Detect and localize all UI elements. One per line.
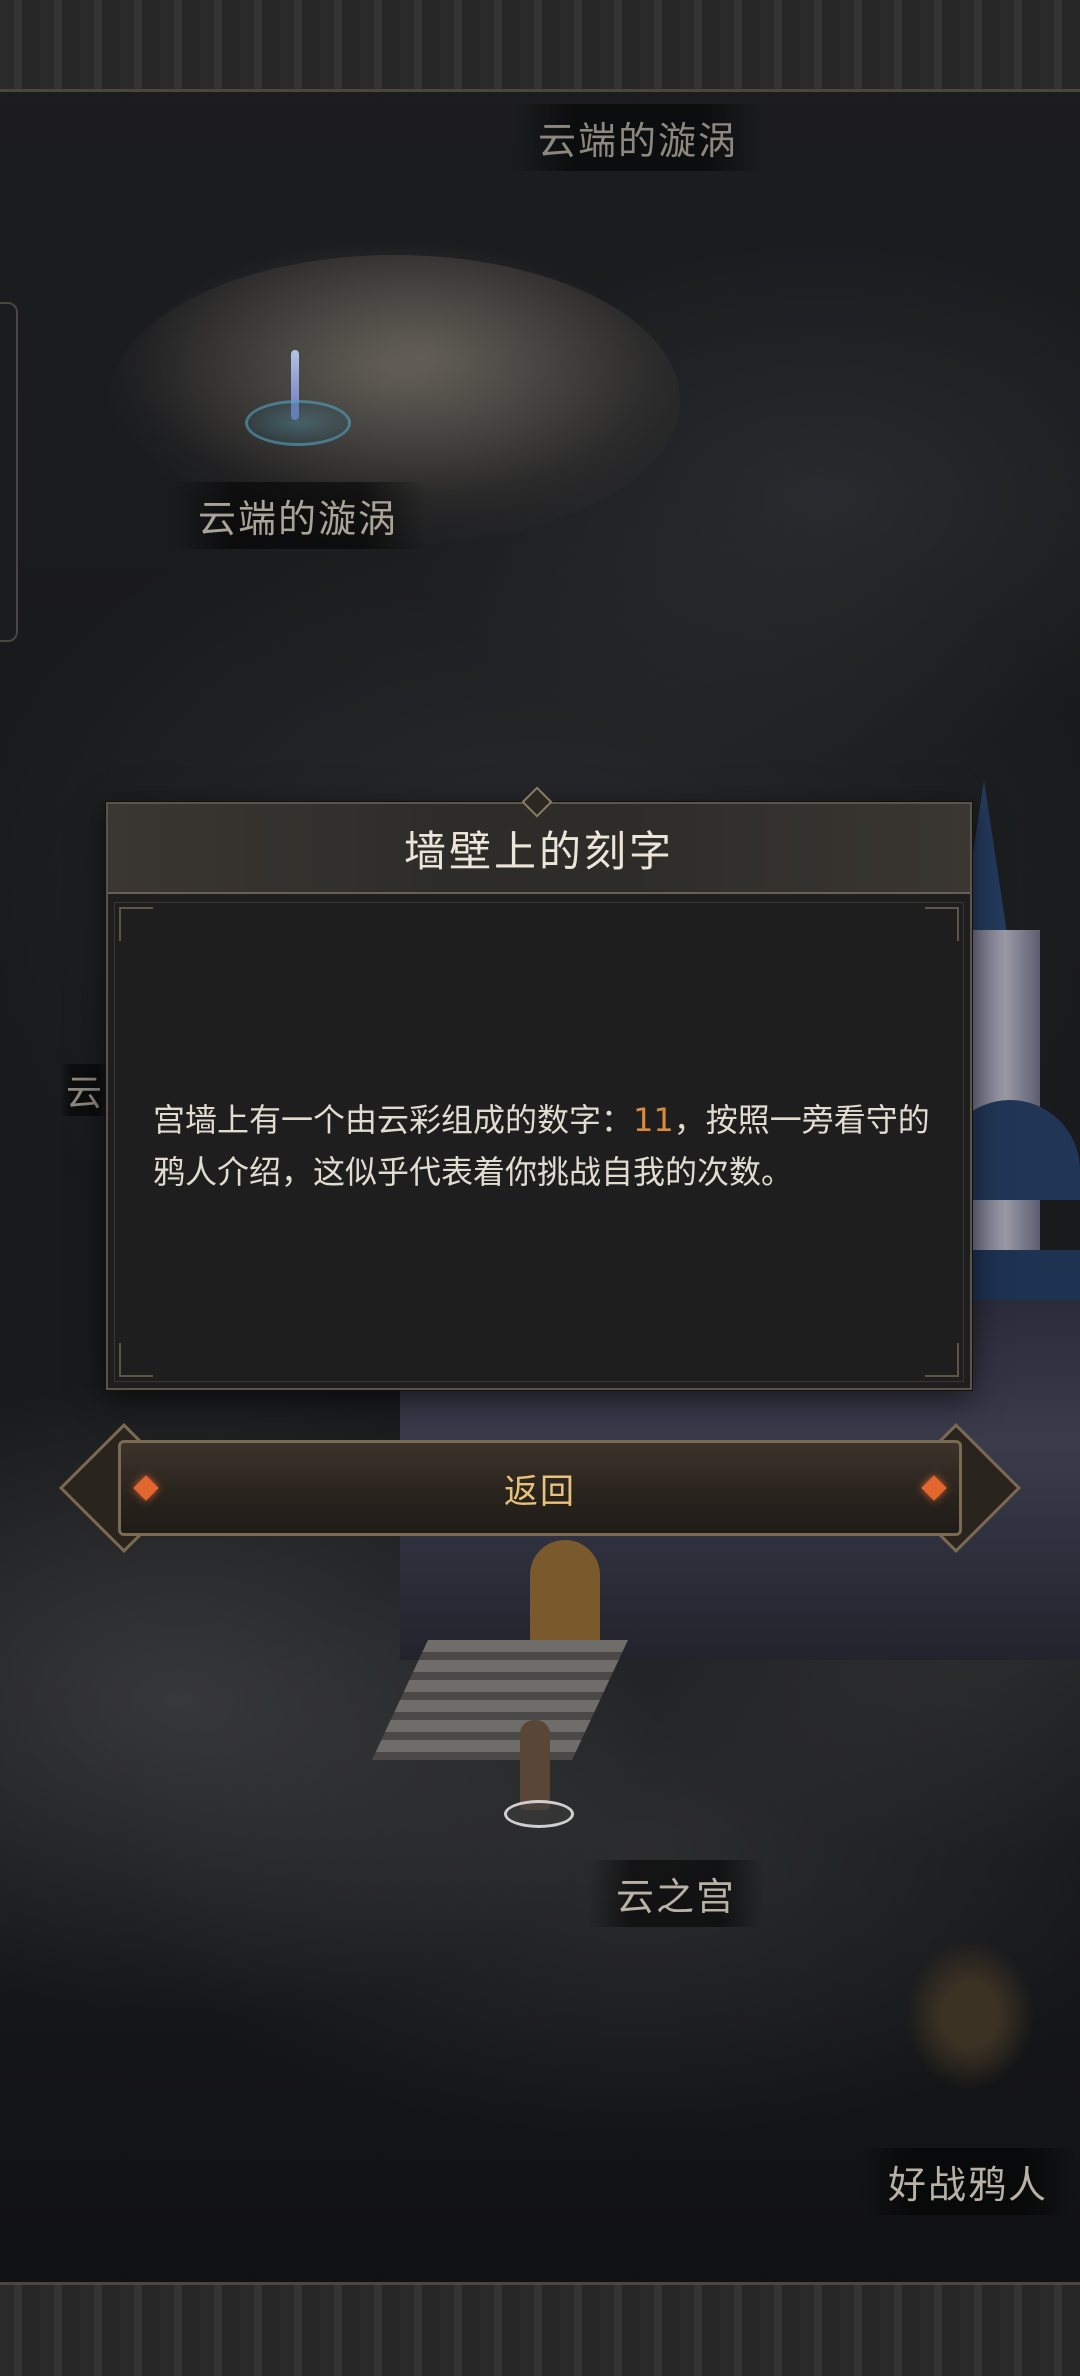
challenge-count: 11 [633,1101,674,1139]
guard-marker-ring[interactable] [504,1800,574,1828]
side-panel-tab[interactable] [0,302,18,642]
harpy-figure[interactable] [905,1940,1035,2090]
bottom-ornate-frame [0,2282,1080,2376]
dialog-header: 墙壁上的刻字 [108,804,970,894]
return-button[interactable]: 返回 [118,1440,962,1536]
vortex-portal-icon[interactable] [245,400,351,446]
dialog-title: 墙壁上的刻字 [403,826,674,876]
message-part-1: 宫墙上有一个由云彩组成的数字： [153,1101,634,1139]
location-label-vortex-top: 云端的漩涡 [510,104,767,171]
inscription-dialog: 墙壁上的刻字 宫墙上有一个由云彩组成的数字：11，按照一旁看守的鸦人介绍，这似乎… [106,802,972,1390]
dialog-message: 宫墙上有一个由云彩组成的数字：11，按照一旁看守的鸦人介绍，这似乎代表着你挑战自… [153,1094,933,1198]
location-label-vortex[interactable]: 云端的漩涡 [170,482,427,549]
location-label-palace[interactable]: 云之宫 [588,1860,765,1927]
harpy-guard-statue [520,1720,550,1810]
corner-ornament-icon [925,907,959,941]
location-label-partial: 云 [60,1064,111,1116]
location-label-harpy[interactable]: 好战鸦人 [860,2148,1077,2215]
corner-ornament-icon [925,1343,959,1377]
corner-ornament-icon [119,907,153,941]
top-ornate-frame [0,0,1080,92]
return-button-label: 返回 [504,1471,576,1512]
corner-ornament-icon [119,1343,153,1377]
